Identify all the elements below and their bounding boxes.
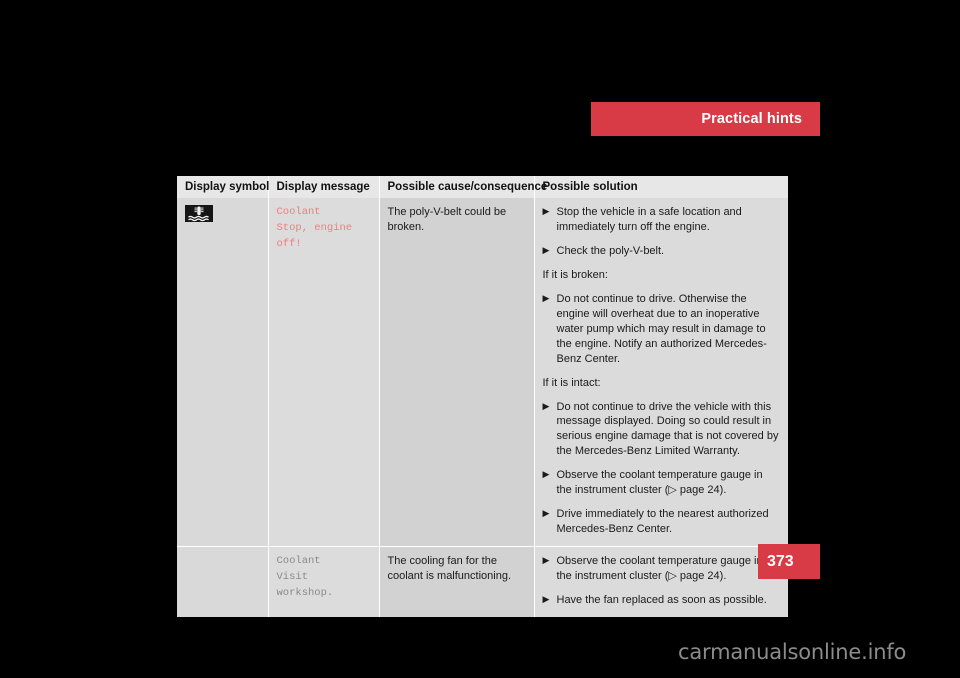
solution-note-text: If it is intact: bbox=[542, 376, 601, 389]
column-header-display-message: Display message bbox=[268, 176, 380, 198]
solution-bullet-item: ▶ Have the fan replaced as soon as possi… bbox=[543, 593, 781, 608]
solution-bullet-item: ▶ Do not continue to drive. Otherwise th… bbox=[543, 292, 781, 367]
triangle-bullet-icon: ▶ bbox=[542, 292, 550, 303]
cell-display-message: Coolant Stop, engine off! bbox=[268, 198, 380, 547]
solution-item-text: Do not continue to drive. Otherwise the … bbox=[556, 292, 767, 365]
solution-item-text: Do not continue to drive the vehicle wit… bbox=[556, 400, 779, 458]
cell-display-symbol bbox=[177, 546, 269, 618]
triangle-bullet-icon: ▶ bbox=[542, 594, 550, 605]
solution-item-text: Observe the coolant temperature gauge in… bbox=[556, 469, 763, 497]
column-header-possible-cause: Possible cause/consequence bbox=[379, 176, 547, 198]
triangle-bullet-icon: ▶ bbox=[542, 400, 550, 411]
page-number-tab: 373 bbox=[758, 544, 820, 579]
page-section-title: Practical hints bbox=[701, 111, 802, 127]
warning-messages-table-container: Display symbol Display message Possible … bbox=[177, 176, 788, 618]
site-watermark: carmanualsonline.info bbox=[678, 640, 907, 664]
triangle-bullet-icon: ▶ bbox=[542, 469, 550, 480]
possible-cause-text: The cooling fan for the coolant is malfu… bbox=[387, 555, 512, 583]
coolant-temperature-warning-icon bbox=[185, 205, 213, 222]
solution-bullet-item: ▶ Check the poly-V-belt. bbox=[543, 244, 781, 259]
column-header-possible-solution: Possible solution bbox=[534, 176, 788, 198]
table-row: Coolant Visit workshop. The cooling fan … bbox=[177, 546, 788, 618]
cell-possible-cause: The poly-V-belt could be broken. bbox=[379, 198, 535, 547]
table-body: Coolant Stop, engine off! The poly-V-bel… bbox=[177, 198, 788, 618]
triangle-bullet-icon: ▶ bbox=[542, 244, 550, 255]
table-row: Coolant Stop, engine off! The poly-V-bel… bbox=[177, 198, 788, 547]
solution-bullet-item: ▶ Do not continue to drive the vehicle w… bbox=[543, 400, 781, 460]
page-number-label: 373 bbox=[767, 553, 794, 570]
column-header-display-symbol: Display symbol bbox=[177, 176, 269, 198]
cell-display-symbol bbox=[177, 198, 269, 547]
warning-messages-table: Display symbol Display message Possible … bbox=[177, 176, 788, 618]
display-message-text: Coolant Visit workshop. bbox=[276, 555, 334, 599]
cell-possible-solution: ▶ Stop the vehicle in a safe location an… bbox=[534, 198, 788, 547]
table-header: Display symbol Display message Possible … bbox=[177, 176, 788, 198]
solution-item-text: Stop the vehicle in a safe location and … bbox=[556, 206, 742, 233]
triangle-bullet-icon: ▶ bbox=[542, 555, 550, 566]
solution-note-text: If it is broken: bbox=[542, 268, 608, 281]
triangle-bullet-icon: ▶ bbox=[542, 508, 550, 519]
triangle-bullet-icon: ▶ bbox=[542, 206, 550, 216]
solution-list: ▶ Observe the coolant temperature gauge … bbox=[543, 554, 781, 608]
possible-cause-text: The poly-V-belt could be broken. bbox=[387, 206, 507, 233]
solution-bullet-item: ▶ Observe the coolant temperature gauge … bbox=[543, 554, 781, 584]
solution-item-text: Check the poly-V-belt. bbox=[556, 244, 665, 257]
cell-possible-cause: The cooling fan for the coolant is malfu… bbox=[379, 546, 535, 618]
solution-bullet-item: ▶ Drive immediately to the nearest autho… bbox=[543, 507, 781, 537]
solution-bullet-item: ▶ Stop the vehicle in a safe location an… bbox=[543, 205, 781, 235]
solution-item-text: Drive immediately to the nearest authori… bbox=[556, 508, 769, 536]
table-header-row: Display symbol Display message Possible … bbox=[177, 176, 788, 198]
display-message-text: Coolant Stop, engine off! bbox=[276, 206, 353, 250]
solution-item-text: Have the fan replaced as soon as possibl… bbox=[556, 594, 767, 607]
cell-possible-solution: ▶ Observe the coolant temperature gauge … bbox=[534, 546, 788, 618]
solution-item-text: Observe the coolant temperature gauge in… bbox=[556, 555, 763, 583]
solution-list: ▶ Stop the vehicle in a safe location an… bbox=[543, 205, 781, 537]
cell-display-message: Coolant Visit workshop. bbox=[268, 546, 380, 618]
solution-bullet-item: ▶ Observe the coolant temperature gauge … bbox=[543, 468, 781, 498]
practical-hints-header-banner: Practical hints bbox=[591, 102, 820, 136]
